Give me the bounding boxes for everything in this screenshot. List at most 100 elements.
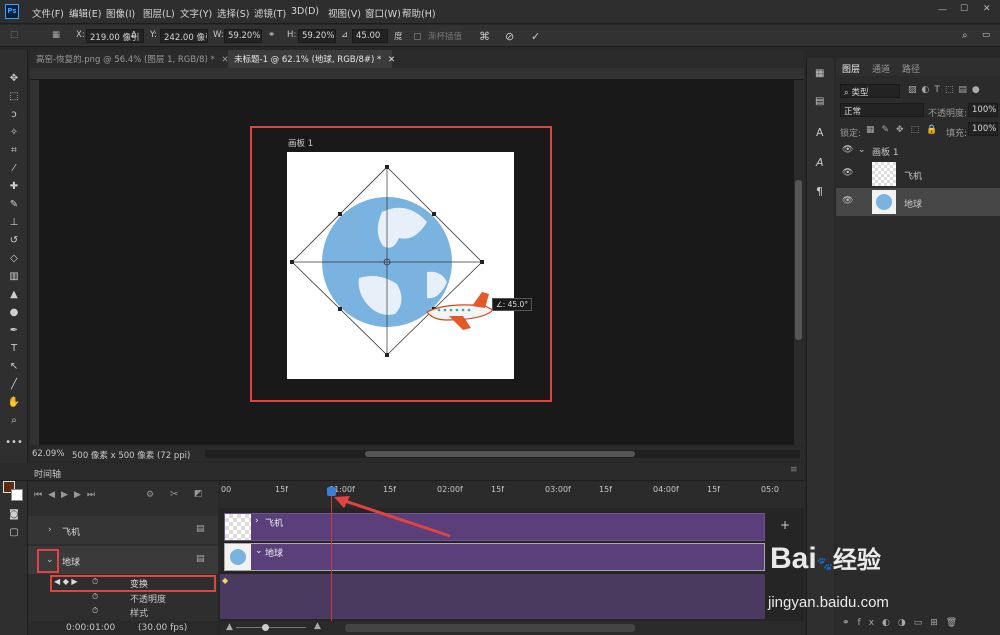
layer-row-earth[interactable]: 👁 地球 [836,188,1000,216]
workspace-icon[interactable]: ▭ [982,30,990,40]
menu-item[interactable]: 帮助(H) [402,6,436,20]
playback-controls[interactable]: ⏮◀▶▶⏭ [34,490,101,500]
delta-icon[interactable]: ∆ [131,30,137,40]
track-clip-earth[interactable]: ⌄ 地球 [224,543,765,571]
h-field[interactable]: 59.20% [298,29,336,43]
visibility-eye-icon[interactable]: 👁 [842,168,853,178]
menu-item[interactable]: 滤镜(T) [254,6,286,20]
fill-field[interactable]: 100% [968,122,998,136]
artboard-label[interactable]: 画板 1 [288,137,313,149]
property-opacity[interactable]: ⏱ 不透明度 [28,591,218,605]
menu-item[interactable]: 文件(F) [32,6,64,20]
character-panel-icon[interactable]: A [816,126,824,139]
screen-mode-icon[interactable]: ▢ [0,524,28,542]
vertical-scrollbar[interactable] [794,80,804,445]
layer-filter[interactable]: ⌕ 类型 [840,84,900,98]
scroll-thumb[interactable] [795,180,802,340]
gradient-tool-icon[interactable]: ▥ [0,268,28,286]
menu-item[interactable]: 文字(Y) [180,6,212,20]
eraser-tool-icon[interactable]: ◇ [0,250,28,268]
stopwatch-icon[interactable]: ⏱ [92,606,98,616]
lasso-tool-icon[interactable]: ↄ [0,106,28,124]
crop-tool-icon[interactable]: ⌗ [0,142,28,160]
background-color-swatch[interactable] [11,489,23,501]
layer-row-plane[interactable]: 👁 飞机 [836,160,1000,188]
menu-item[interactable]: 编辑(E) [69,6,101,20]
track-header-plane[interactable]: › 飞机 ▤ [28,516,218,544]
transition-icon[interactable]: ◩ [194,489,203,499]
group-chevron-icon[interactable]: ⌄ [858,145,866,155]
menu-item[interactable]: 选择(S) [217,6,249,20]
filter-icons[interactable]: ▨◐T⬚▤● [908,85,985,95]
y-field[interactable]: 242.00 像引 [160,29,208,43]
tab-layers[interactable]: 图层 [842,62,860,75]
opacity-field[interactable]: 100% [968,103,998,117]
dodge-tool-icon[interactable]: ● [0,304,28,322]
properties-panel-icon[interactable]: ▤ [815,96,824,107]
timeline-scrollbar[interactable] [345,624,635,632]
pen-tool-icon[interactable]: ✒ [0,322,28,340]
tab-paths[interactable]: 路径 [902,62,920,75]
hand-tool-icon[interactable]: ✋ [0,394,28,412]
property-style[interactable]: ⏱ 样式 [28,605,218,619]
expand-chevron-icon[interactable]: › [48,525,52,535]
zoom-in-icon[interactable]: ▲ [314,621,321,631]
panel-menu-icon[interactable]: ≡ [790,465,798,475]
healing-tool-icon[interactable]: ✚ [0,178,28,196]
lock-icons[interactable]: ▦✎✥⬚🔒 [866,125,944,135]
line-tool-icon[interactable]: ╱ [0,376,28,394]
visibility-eye-icon[interactable]: 👁 [842,145,853,155]
quick-mask-icon[interactable]: ◙ [0,506,28,524]
minimize-button[interactable]: — [938,5,947,15]
move-tool-icon[interactable]: ✥ [0,70,28,88]
track-clip-plane[interactable]: › 飞机 [224,513,765,541]
scroll-thumb[interactable] [365,451,635,457]
menu-item[interactable]: 图像(I) [106,6,135,20]
history-brush-icon[interactable]: ↺ [0,232,28,250]
split-icon[interactable]: ✂ [170,489,178,500]
canvas-area[interactable]: 画板 1 ∠: 45.0° [40,80,794,445]
stopwatch-icon[interactable]: ⏱ [92,592,98,602]
layer-row-artboard[interactable]: 👁 ⌄ 画板 1 [836,142,1000,160]
layer-footer-icons[interactable]: ⚭fx◐◑▭⊞🗑 [842,618,965,628]
film-icon[interactable]: ▤ [196,554,205,564]
close-tab-icon[interactable]: ✕ [388,55,395,65]
interp-checkbox[interactable] [414,33,421,40]
link-icon[interactable]: ⚭ [268,30,275,40]
film-icon[interactable]: ▤ [196,524,205,534]
search-icon[interactable]: ⌕ [962,30,968,41]
tab-document-2[interactable]: 未标题-1 @ 62.1% (地球, RGB/8#) * ✕ [228,50,395,68]
add-track-icon[interactable]: + [780,518,790,532]
horizontal-scrollbar[interactable] [205,450,800,458]
zoom-slider-thumb[interactable] [262,624,269,631]
timeline-tracks-area[interactable]: 00 15f 01:00f 15f 02:00f 15f 03:00f 15f 04:00f 15… [220,482,804,635]
more-tools-icon[interactable]: ••• [0,434,28,452]
keyframe-diamond-icon[interactable]: ◆ [222,576,228,585]
zoom-out-icon[interactable]: ▲ [226,622,233,632]
brush-tool-icon[interactable]: ✎ [0,196,28,214]
type-tool-icon[interactable]: T [0,340,28,358]
reference-point-icon[interactable]: ▦ [52,30,60,40]
time-ruler[interactable]: 00 15f 01:00f 15f 02:00f 15f 03:00f 15f 04:00f 15… [220,482,804,508]
timeline-title[interactable]: 时间轴 [34,467,61,480]
w-field[interactable]: 59.20% [224,29,262,43]
visibility-eye-icon[interactable]: 👁 [842,196,853,206]
glyphs-panel-icon[interactable]: A [816,156,824,169]
zoom-tool-icon[interactable]: ⌕ [0,412,28,430]
commit-transform-icon[interactable]: ✓ [531,30,540,43]
menu-item[interactable]: 视图(V) [328,6,361,20]
paragraph-panel-icon[interactable]: ¶ [816,185,823,198]
timeline-zoom-bar[interactable]: ▲ ▲ [220,621,804,635]
menu-item[interactable]: 图层(L) [143,6,175,20]
path-select-icon[interactable]: ↖ [0,358,28,376]
marquee-tool-icon[interactable]: ⬚ [0,88,28,106]
blend-mode-select[interactable]: 正常 [840,103,924,117]
zoom-level[interactable]: 62.09% [32,449,64,459]
close-button[interactable]: ✕ [983,4,991,14]
settings-icon[interactable]: ⚙ [146,490,154,500]
warp-icon[interactable]: ⌘ [479,30,490,43]
cancel-transform-icon[interactable]: ⊘ [505,30,514,43]
angle-field[interactable]: 45.00 [352,29,388,43]
stamp-tool-icon[interactable]: ⊥ [0,214,28,232]
eyedropper-icon[interactable]: ⁄ [0,160,28,178]
